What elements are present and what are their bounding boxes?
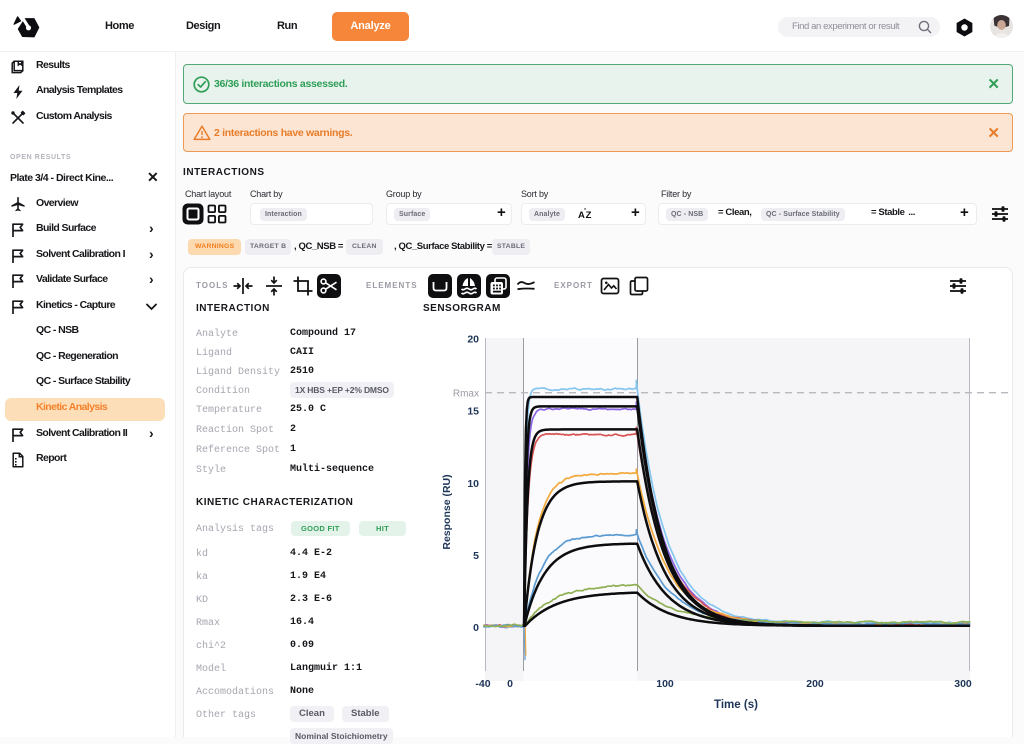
svg-text:0: 0	[473, 622, 479, 634]
svg-text:Rmax: Rmax	[453, 389, 479, 400]
svg-text:0: 0	[507, 678, 513, 690]
svg-text:20: 20	[467, 334, 479, 346]
svg-text:15: 15	[467, 406, 479, 418]
svg-text:Z: Z	[586, 210, 592, 221]
svg-text:Time (s): Time (s)	[714, 699, 758, 711]
svg-text:5: 5	[473, 550, 479, 562]
svg-text:100: 100	[656, 678, 674, 690]
svg-text:Response (RU): Response (RU)	[441, 474, 453, 549]
svg-text:A: A	[578, 210, 585, 221]
svg-text:300: 300	[954, 678, 972, 690]
svg-text:-40: -40	[475, 678, 490, 690]
svg-text:10: 10	[467, 478, 479, 490]
svg-text:200: 200	[806, 678, 824, 690]
